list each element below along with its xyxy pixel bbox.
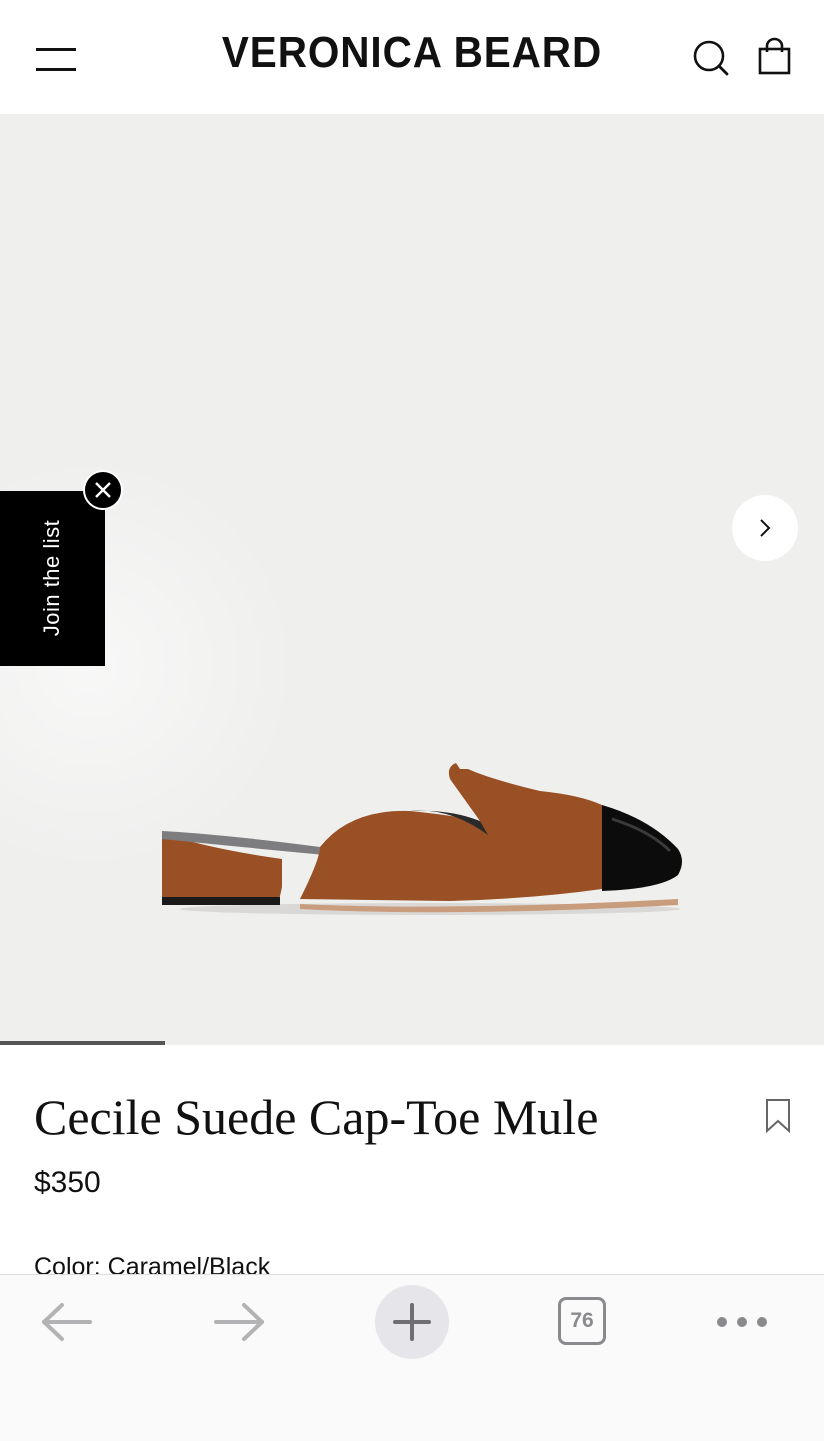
site-header: VERONICA BEARD — [0, 0, 824, 115]
back-button[interactable] — [38, 1299, 96, 1345]
chevron-right-icon — [760, 519, 771, 537]
join-the-list-tab[interactable]: Join the list — [0, 491, 105, 666]
gallery-progress-bar — [0, 1041, 824, 1045]
color-value: Caramel/Black — [107, 1253, 271, 1274]
shopping-bag-icon[interactable] — [752, 36, 796, 80]
plus-icon — [393, 1303, 431, 1341]
next-image-button[interactable] — [732, 495, 798, 561]
new-tab-button[interactable] — [375, 1285, 449, 1359]
join-the-list-label: Join the list — [39, 519, 64, 637]
tabs-icon[interactable]: 76 — [558, 1297, 606, 1345]
forward-arrow-icon — [214, 1303, 264, 1341]
more-icon[interactable] — [714, 1309, 770, 1335]
search-icon[interactable] — [688, 36, 732, 80]
close-join-tab-button[interactable] — [83, 470, 123, 510]
product-image-gallery[interactable] — [0, 114, 824, 1045]
browser-toolbar: 76 — [0, 1274, 824, 1441]
product-image — [162, 763, 682, 915]
back-arrow-icon — [42, 1303, 92, 1341]
close-icon — [95, 482, 111, 498]
color-selection-label: Color: Caramel/Black — [34, 1250, 270, 1274]
product-price: $350 — [34, 1166, 101, 1199]
product-title: Cecile Suede Cap-Toe Mule — [34, 1089, 599, 1145]
bookmark-icon[interactable] — [762, 1098, 794, 1134]
brand-logo[interactable]: VERONICA BEARD — [33, 28, 791, 78]
color-label: Color: — [34, 1253, 101, 1274]
forward-button[interactable] — [210, 1299, 268, 1345]
gallery-progress-fill — [0, 1041, 165, 1045]
